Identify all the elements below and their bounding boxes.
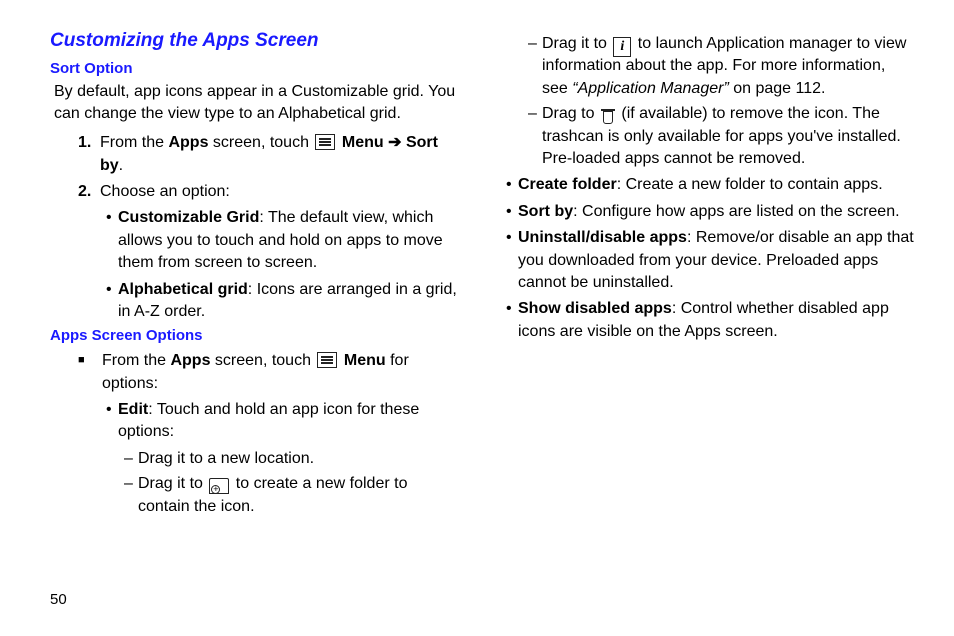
label: Alphabetical grid [118,281,248,298]
text: Drag it to a new location. [138,448,458,470]
text: : Touch and hold an app icon for these o… [118,401,419,440]
text: screen, touch [210,352,315,369]
option-customizable-grid: • Customizable Grid: The default view, w… [106,207,458,274]
text: Drag to [542,105,599,122]
edit-drag-location: – Drag it to a new location. [124,448,458,470]
section-title: Customizing the Apps Screen [50,30,458,52]
label: Show disabled apps [518,300,672,317]
text: screen, touch [208,134,313,151]
text: From the [102,352,170,369]
label: Uninstall/disable apps [518,229,687,246]
text: Choose an option: [100,181,458,203]
reference: “Application Manager” [572,80,729,97]
edit-drag-info: – Drag it to i to launch Application man… [528,33,914,100]
option-sort-by: • Sort by: Configure how apps are listed… [506,201,914,223]
step-1: 1. From the Apps screen, touch Menu ➔ So… [78,132,458,177]
option-edit: • Edit: Touch and hold an app icon for t… [106,399,458,444]
option-show-disabled: • Show disabled apps: Control whether di… [506,298,914,343]
step-2: 2. Choose an option: [78,181,458,203]
label: Sort by [518,203,573,220]
option-create-folder: • Create folder: Create a new folder to … [506,174,914,196]
label: Create folder [518,176,617,193]
text: on page 112. [729,80,826,97]
trash-icon [601,108,615,124]
option-uninstall: • Uninstall/disable apps: Remove/or disa… [506,227,914,294]
option-alphabetical-grid: • Alphabetical grid: Icons are arranged … [106,279,458,324]
text: Drag it to [138,475,207,492]
edit-drag-trash: – Drag to (if available) to remove the i… [528,103,914,170]
edit-drag-folder: – Drag it to to create a new folder to c… [124,473,458,518]
apps-label: Apps [168,134,208,151]
square-bullet-icon: ■ [78,350,102,395]
menu-icon [317,352,337,368]
apps-options-intro: ■ From the Apps screen, touch Menu for o… [78,350,458,395]
label: Edit [118,401,148,418]
text: Drag it to [542,35,611,52]
menu-label: Menu [344,352,386,369]
page-number: 50 [50,591,67,608]
sort-option-intro: By default, app icons appear in a Custom… [54,81,458,124]
menu-label: Menu [342,134,384,151]
apps-label: Apps [170,352,210,369]
text: : Create a new folder to contain apps. [617,176,883,193]
label: Customizable Grid [118,209,259,226]
text: . [119,157,123,174]
apps-options-heading: Apps Screen Options [50,327,458,344]
folder-add-icon [209,478,229,494]
sort-option-heading: Sort Option [50,60,458,77]
info-icon: i [613,37,631,57]
menu-icon [315,134,335,150]
text: : Configure how apps are listed on the s… [573,203,899,220]
text: From the [100,134,168,151]
arrow-icon: ➔ [384,134,406,151]
